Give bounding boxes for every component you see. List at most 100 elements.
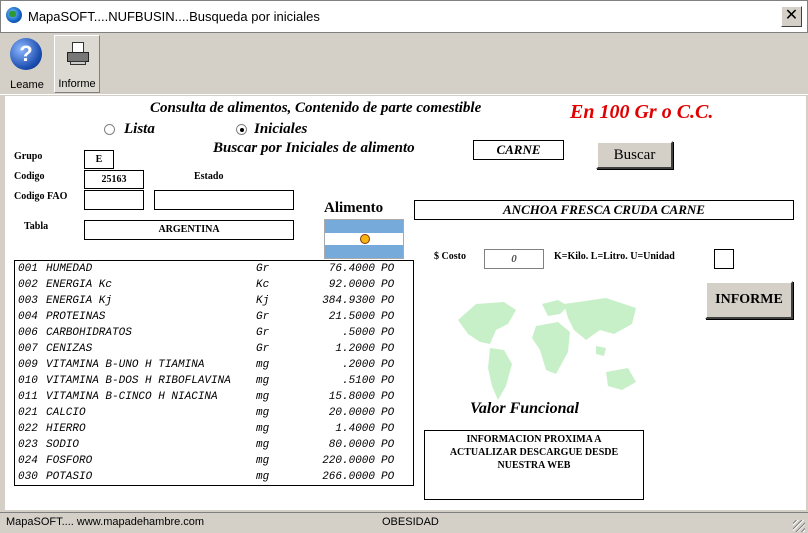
list-item[interactable]: 006 CARBOHIDRATOS Gr .5000 PO (15, 325, 413, 341)
leame-button[interactable]: ? Leame (4, 35, 50, 93)
nutrient-source: PO (381, 471, 395, 483)
list-item[interactable]: 021 CALCIO mg 20.0000 PO (15, 405, 413, 421)
list-item[interactable]: 009 VITAMINA B-UNO H TIAMINA mg .2000 PO (15, 357, 413, 373)
nutrient-unit: Kc (256, 279, 270, 291)
per-100-label: En 100 Gr o C.C. (570, 101, 714, 123)
nutrient-source: PO (381, 311, 395, 323)
nutrient-source: PO (381, 343, 395, 355)
nutrient-source: PO (381, 295, 395, 307)
nutrient-code: 006 (18, 327, 38, 339)
radio-lista[interactable] (104, 124, 115, 135)
nutrient-name: PROTEINAS (46, 311, 106, 323)
nutrient-code: 004 (18, 311, 38, 323)
nutrient-list[interactable]: 001 HUMEDAD Gr 76.4000 PO 002 ENERGIA Kc Kc 92.0… (14, 260, 414, 486)
nutrient-source: PO (381, 407, 395, 419)
units-label: K=Kilo. L=Litro. U=Unidad (554, 251, 675, 262)
list-item[interactable]: 022 HIERRO mg 1.4000 PO (15, 421, 413, 437)
list-item[interactable]: 024 FOSFORO mg 220.0000 PO (15, 453, 413, 469)
list-item[interactable]: 030 POTASIO mg 266.0000 PO (15, 469, 413, 485)
status-left: MapaSOFT.... www.mapadehambre.com (6, 516, 205, 528)
estado-field[interactable] (154, 190, 294, 210)
buscar-button[interactable]: Buscar (596, 141, 673, 169)
nutrient-source: PO (381, 423, 395, 435)
nutrient-name: VITAMINA B-CINCO H NIACINA (46, 391, 218, 403)
nutrient-value: 20.0000 (328, 407, 375, 419)
help-icon: ? (10, 38, 42, 70)
alimento-field[interactable]: ANCHOA FRESCA CRUDA CARNE (414, 200, 794, 220)
list-item[interactable]: 003 ENERGIA Kj Kj 384.9300 PO (15, 293, 413, 309)
status-middle: OBESIDAD (382, 516, 439, 528)
nutrient-unit: Gr (256, 311, 270, 323)
nutrient-name: ENERGIA Kc (46, 279, 113, 291)
nutrient-unit: mg (256, 471, 270, 483)
list-item[interactable]: 004 PROTEINAS Gr 21.5000 PO (15, 309, 413, 325)
nutrient-code: 021 (18, 407, 38, 419)
nutrient-unit: mg (256, 391, 270, 403)
nutrient-value: 1.2000 (335, 343, 375, 355)
search-input[interactable]: CARNE (473, 140, 564, 160)
nutrient-unit: mg (256, 359, 270, 371)
nutrient-code: 011 (18, 391, 38, 403)
list-item[interactable]: 023 SODIO mg 80.0000 PO (15, 437, 413, 453)
nutrient-name: CENIZAS (46, 343, 93, 355)
list-item[interactable]: 001 HUMEDAD Gr 76.4000 PO (15, 261, 413, 277)
nutrient-unit: mg (256, 375, 270, 387)
grupo-field[interactable]: E (84, 150, 114, 169)
nutrient-name: HIERRO (46, 423, 86, 435)
printer-icon (67, 42, 89, 66)
nutrient-code: 001 (18, 263, 38, 275)
info-line: ACTUALIZAR DESCARGUE DESDE (449, 447, 619, 458)
radio-iniciales[interactable] (236, 124, 247, 135)
toolbar: ? Leame Informe (0, 33, 808, 95)
nutrient-code: 007 (18, 343, 38, 355)
estado-label: Estado (194, 171, 224, 182)
nutrient-source: PO (381, 359, 395, 371)
nutrient-value: .2000 (341, 359, 375, 371)
nutrient-name: CARBOHIDRATOS (46, 327, 132, 339)
nutrient-unit: mg (256, 423, 270, 435)
nutrient-name: VITAMINA B-UNO H TIAMINA (46, 359, 205, 371)
nutrient-value: 80.0000 (328, 439, 375, 451)
list-item[interactable]: 002 ENERGIA Kc Kc 92.0000 PO (15, 277, 413, 293)
nutrient-value: 15.8000 (328, 391, 375, 403)
nutrient-source: PO (381, 263, 395, 275)
nutrient-code: 003 (18, 295, 38, 307)
unit-field[interactable] (714, 249, 734, 269)
grupo-label: Grupo (14, 151, 43, 162)
informe-toolbar-button[interactable]: Informe (54, 35, 100, 93)
codigo-field[interactable]: 25163 (84, 170, 144, 189)
nutrient-value: 92.0000 (328, 279, 375, 291)
window-title: MapaSOFT....NUFBUSIN....Busqueda por ini… (28, 9, 320, 24)
search-label: Buscar por Iniciales de alimento (213, 140, 415, 156)
codigo-label: Codigo (14, 171, 45, 182)
nutrient-unit: Gr (256, 263, 270, 275)
list-item[interactable]: 010 VITAMINA B-DOS H RIBOFLAVINA mg .5100 PO (15, 373, 413, 389)
nutrient-value: .5000 (341, 327, 375, 339)
info-box: INFORMACION PROXIMA A ACTUALIZAR DESCARG… (424, 430, 644, 500)
nutrient-source: PO (381, 327, 395, 339)
tabla-label: Tabla (24, 221, 49, 232)
list-item[interactable]: 007 CENIZAS Gr 1.2000 PO (15, 341, 413, 357)
close-button[interactable]: ✕ (781, 6, 802, 27)
nutrient-unit: Kj (256, 295, 270, 307)
nutrient-code: 030 (18, 471, 38, 483)
nutrient-name: VITAMINA B-DOS H RIBOFLAVINA (46, 375, 231, 387)
list-item[interactable]: 011 VITAMINA B-CINCO H NIACINA mg 15.8000 PO (15, 389, 413, 405)
nutrient-value: .5100 (341, 375, 375, 387)
nutrient-value: 384.9300 (322, 295, 375, 307)
world-map-icon (458, 298, 636, 400)
nutrient-source: PO (381, 391, 395, 403)
costo-field[interactable]: 0 (484, 249, 544, 269)
nutrient-value: 21.5000 (328, 311, 375, 323)
informe-button[interactable]: INFORME (705, 281, 793, 319)
info-line: INFORMACION PROXIMA A (466, 434, 602, 445)
codigo-fao-field[interactable] (84, 190, 144, 210)
nutrient-code: 022 (18, 423, 38, 435)
tabla-field[interactable]: ARGENTINA (84, 220, 294, 240)
resize-grip-icon[interactable] (793, 520, 805, 532)
argentina-flag-icon (324, 219, 404, 259)
costo-label: $ Costo (434, 251, 466, 262)
leame-label: Leame (10, 79, 44, 91)
nutrient-source: PO (381, 455, 395, 467)
nutrient-source: PO (381, 439, 395, 451)
